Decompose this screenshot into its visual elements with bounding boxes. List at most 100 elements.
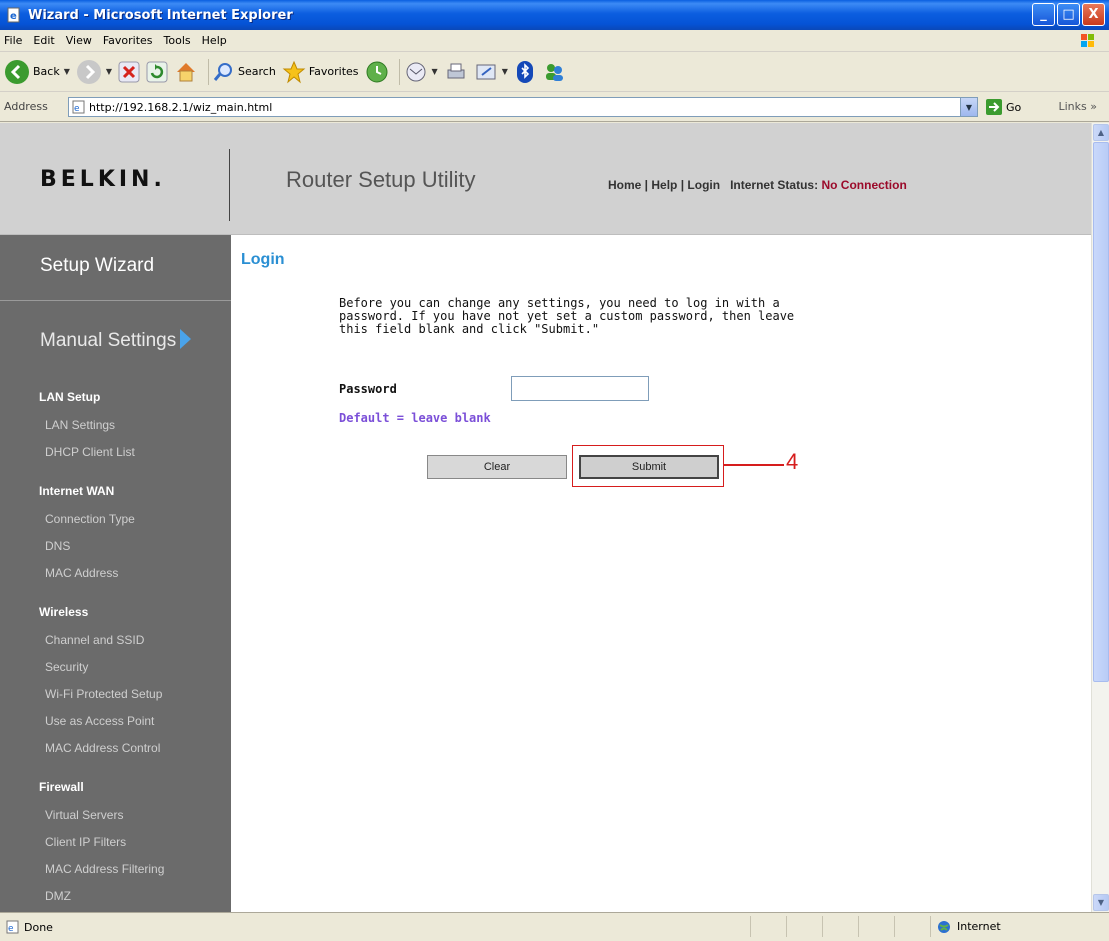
nav-help-link[interactable]: Help bbox=[651, 178, 677, 192]
instruction-line: this field blank and click "Submit." bbox=[339, 322, 600, 336]
sidebar-item-security[interactable]: Security bbox=[45, 660, 88, 674]
address-input[interactable]: e http://192.168.2.1/wiz_main.html ▼ bbox=[68, 97, 978, 117]
search-icon bbox=[213, 62, 233, 81]
sidebar-item-connection-type[interactable]: Connection Type bbox=[45, 512, 135, 526]
go-arrow-icon bbox=[986, 99, 1002, 115]
printer-icon bbox=[447, 63, 465, 78]
close-button[interactable]: X bbox=[1082, 3, 1105, 26]
scroll-up-icon[interactable]: ▲ bbox=[1093, 124, 1109, 141]
menu-file[interactable]: File bbox=[4, 34, 22, 47]
sidebar-item-dns[interactable]: DNS bbox=[45, 539, 70, 553]
status-cell bbox=[786, 916, 822, 937]
print-button[interactable] bbox=[444, 60, 468, 84]
ie-page-icon: e bbox=[6, 920, 19, 934]
status-bar: e Done Internet bbox=[0, 912, 1109, 941]
nav-login-link[interactable]: Login bbox=[687, 178, 720, 192]
address-bar: Address e http://192.168.2.1/wiz_main.ht… bbox=[0, 92, 1109, 122]
sidebar-item-dhcp-client-list[interactable]: DHCP Client List bbox=[45, 445, 135, 459]
window-title: Wizard - Microsoft Internet Explorer bbox=[28, 7, 293, 23]
forward-arrow-icon bbox=[76, 59, 101, 84]
links-toolbar[interactable]: Links » bbox=[1059, 100, 1098, 113]
windows-flag-icon bbox=[1081, 34, 1094, 47]
search-button[interactable]: Search bbox=[213, 61, 276, 83]
address-label: Address bbox=[4, 100, 48, 113]
sidebar-item-wps[interactable]: Wi-Fi Protected Setup bbox=[45, 687, 162, 701]
home-icon bbox=[177, 62, 196, 81]
password-input[interactable] bbox=[511, 376, 649, 401]
menu-view[interactable]: View bbox=[66, 34, 92, 47]
history-icon bbox=[366, 61, 388, 82]
header-divider bbox=[229, 149, 230, 221]
mail-dropdown-icon[interactable]: ▼ bbox=[432, 67, 438, 76]
forward-button[interactable]: ▼ bbox=[76, 59, 112, 85]
sidebar-item-mac-address[interactable]: MAC Address bbox=[45, 566, 118, 580]
triangle-right-icon bbox=[180, 329, 192, 349]
router-header: BELKIN. Router Setup Utility Home | Help… bbox=[0, 123, 1091, 235]
page-viewport: BELKIN. Router Setup Utility Home | Help… bbox=[0, 123, 1091, 912]
nav-home-link[interactable]: Home bbox=[608, 178, 641, 192]
toolbar-separator bbox=[398, 58, 400, 85]
maximize-button[interactable]: □ bbox=[1057, 3, 1080, 26]
sidebar-manual-settings[interactable]: Manual Settings bbox=[40, 329, 192, 352]
menu-favorites[interactable]: Favorites bbox=[103, 34, 153, 47]
status-cell bbox=[750, 916, 786, 937]
status-done: e Done bbox=[6, 920, 53, 934]
toolbar-separator bbox=[208, 58, 210, 85]
edit-dropdown-icon[interactable]: ▼ bbox=[502, 67, 508, 76]
back-dropdown-icon[interactable]: ▼ bbox=[64, 67, 70, 76]
scroll-down-icon[interactable]: ▼ bbox=[1093, 894, 1109, 911]
forward-dropdown-icon[interactable]: ▼ bbox=[106, 67, 112, 76]
internet-status-value: No Connection bbox=[821, 178, 907, 192]
router-title: Router Setup Utility bbox=[286, 167, 476, 192]
callout-number: 4 bbox=[786, 449, 799, 474]
belkin-logo: BELKIN. bbox=[40, 167, 166, 192]
sidebar-item-access-point[interactable]: Use as Access Point bbox=[45, 714, 154, 728]
sidebar-setup-wizard[interactable]: Setup Wizard bbox=[0, 235, 231, 301]
stop-icon bbox=[118, 61, 140, 82]
status-cell bbox=[894, 916, 930, 937]
sidebar-item-channel-ssid[interactable]: Channel and SSID bbox=[45, 633, 144, 647]
clear-button[interactable]: Clear bbox=[427, 455, 567, 479]
vertical-scrollbar[interactable]: ▲ ▼ bbox=[1091, 123, 1109, 912]
menu-bar: File Edit View Favorites Tools Help bbox=[0, 30, 1109, 52]
minimize-button[interactable]: _ bbox=[1032, 3, 1055, 26]
scroll-thumb[interactable] bbox=[1093, 142, 1109, 682]
window-titlebar[interactable]: e Wizard - Microsoft Internet Explorer _… bbox=[0, 0, 1109, 30]
globe-icon bbox=[938, 920, 950, 933]
sidebar-item-mac-address-filtering[interactable]: MAC Address Filtering bbox=[45, 862, 164, 876]
sidebar-item-lan-settings[interactable]: LAN Settings bbox=[45, 418, 115, 432]
home-button[interactable] bbox=[174, 60, 198, 84]
svg-text:e: e bbox=[8, 924, 14, 934]
internet-status-label: Internet Status: bbox=[730, 178, 819, 192]
menu-tools[interactable]: Tools bbox=[164, 34, 191, 47]
mail-button[interactable]: ▼ bbox=[404, 60, 438, 84]
status-cells bbox=[750, 916, 930, 937]
sidebar-item-mac-address-control[interactable]: MAC Address Control bbox=[45, 741, 160, 755]
ie-page-icon: e bbox=[7, 7, 20, 23]
svg-text:e: e bbox=[74, 104, 80, 114]
menu-edit[interactable]: Edit bbox=[33, 34, 54, 47]
sidebar-item-virtual-servers[interactable]: Virtual Servers bbox=[45, 808, 123, 822]
status-cell bbox=[858, 916, 894, 937]
stop-button[interactable] bbox=[118, 61, 140, 83]
favorites-button[interactable]: Favorites bbox=[282, 60, 359, 84]
refresh-icon bbox=[146, 61, 168, 82]
bluetooth-button[interactable] bbox=[514, 60, 536, 84]
page-icon: e bbox=[72, 100, 85, 114]
sidebar-section-internet-wan: Internet WAN bbox=[39, 484, 115, 498]
sidebar: Setup Wizard Manual Settings LAN Setup L… bbox=[0, 235, 231, 912]
star-icon bbox=[282, 60, 306, 83]
back-button[interactable]: Back ▼ bbox=[4, 59, 70, 85]
edit-icon bbox=[476, 64, 496, 79]
menu-help[interactable]: Help bbox=[202, 34, 227, 47]
history-button[interactable] bbox=[365, 60, 389, 84]
edit-button[interactable]: ▼ bbox=[474, 60, 508, 84]
go-button[interactable]: Go bbox=[985, 98, 1021, 116]
messenger-button[interactable] bbox=[542, 60, 566, 84]
sidebar-item-client-ip-filters[interactable]: Client IP Filters bbox=[45, 835, 126, 849]
sidebar-item-dmz[interactable]: DMZ bbox=[45, 889, 71, 903]
address-dropdown-icon[interactable]: ▼ bbox=[960, 98, 977, 116]
refresh-button[interactable] bbox=[146, 61, 168, 83]
submit-button[interactable]: Submit bbox=[579, 455, 719, 479]
address-url: http://192.168.2.1/wiz_main.html bbox=[89, 100, 273, 114]
